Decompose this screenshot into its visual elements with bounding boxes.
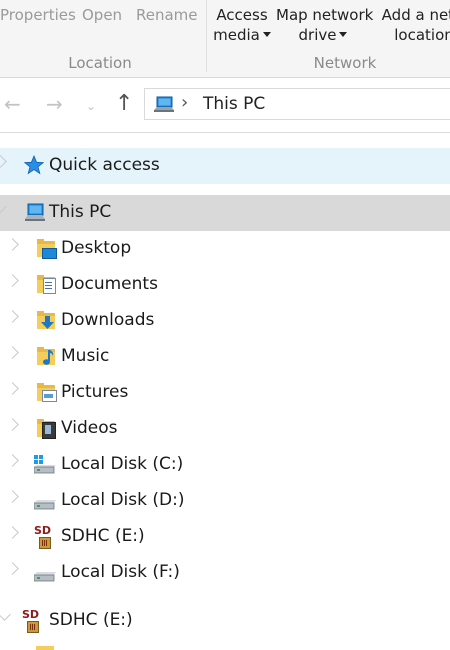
- tree-item-label: Local Disk (F:): [61, 562, 180, 582]
- tree-item-label: Desktop: [61, 238, 132, 258]
- chevron-right-icon[interactable]: [6, 238, 19, 251]
- group-separator: [206, 0, 207, 72]
- downloads-folder-icon: [36, 311, 56, 331]
- ribbon: Properties Open Rename Location Access m…: [0, 0, 450, 78]
- pictures-folder-icon: [36, 383, 57, 403]
- access-media-label-1: Access: [216, 6, 268, 24]
- tree-item-documents[interactable]: Documents: [0, 267, 450, 303]
- sd-card-icon-text: SD: [22, 608, 40, 621]
- tree-item-label: Music: [61, 346, 110, 366]
- tree-item-label: Pictures: [61, 382, 129, 402]
- sd-card-icon: SD: [22, 608, 42, 633]
- add-network-location-button[interactable]: Add a netw location: [374, 5, 450, 45]
- drive-icon: [34, 572, 56, 582]
- sd-card-icon: SD: [34, 524, 54, 549]
- open-button[interactable]: Open: [82, 6, 122, 24]
- chevron-down-icon[interactable]: [0, 200, 7, 213]
- map-network-drive-button[interactable]: Map network drive: [276, 5, 374, 45]
- add-network-location-label-2: location: [394, 26, 450, 44]
- dropdown-caret-icon: [262, 32, 271, 37]
- chevron-right-icon[interactable]: [0, 155, 7, 168]
- chevron-right-icon[interactable]: [6, 490, 19, 503]
- tree-item-downloads[interactable]: Downloads: [0, 303, 450, 339]
- location-group-label: Location: [68, 54, 132, 72]
- tree-item-label: Downloads: [61, 310, 155, 330]
- tree-item-local-disk-c[interactable]: Local Disk (C:): [0, 447, 450, 483]
- breadcrumb-chevron-icon[interactable]: ›: [181, 92, 188, 113]
- network-group-label: Network: [313, 54, 377, 72]
- navigation-bar: ← → ⌄ ↑ › This PC: [0, 78, 450, 133]
- access-media-button[interactable]: Access media: [212, 5, 272, 45]
- videos-folder-icon: [36, 419, 56, 439]
- tree-item-local-disk-f[interactable]: Local Disk (F:): [0, 555, 450, 591]
- tree-item-local-disk-d[interactable]: Local Disk (D:): [0, 483, 450, 519]
- star-icon: [24, 155, 44, 175]
- music-folder-icon: [36, 347, 56, 367]
- tree-item-label: SDHC (E:): [49, 610, 133, 630]
- map-network-drive-label-1: Map network: [276, 6, 374, 24]
- tree-item-sdhc-e[interactable]: SD SDHC (E:): [0, 519, 450, 555]
- chevron-down-icon[interactable]: [0, 608, 11, 621]
- chevron-right-icon[interactable]: [6, 346, 19, 359]
- up-arrow-icon[interactable]: ↑: [115, 92, 133, 116]
- tree-item-label: Local Disk (D:): [61, 490, 185, 510]
- recent-locations-chevron-icon[interactable]: ⌄: [86, 94, 96, 118]
- tree-item-pictures[interactable]: Pictures: [0, 375, 450, 411]
- tree-item-quick-access[interactable]: Quick access: [0, 148, 450, 184]
- dropdown-caret-icon: [339, 32, 348, 37]
- chevron-right-icon[interactable]: [6, 274, 19, 287]
- tree-item-label: Documents: [61, 274, 158, 294]
- desktop-folder-icon: [36, 239, 57, 259]
- tree-item-desktop[interactable]: Desktop: [0, 231, 450, 267]
- sd-card-icon-text: SD: [34, 524, 52, 537]
- tree-item-sdhc-e-root[interactable]: SD SDHC (E:): [0, 603, 450, 639]
- breadcrumb-this-pc[interactable]: This PC: [203, 94, 265, 114]
- tree-item-label: Local Disk (C:): [61, 454, 184, 474]
- map-network-drive-label-2: drive: [298, 26, 337, 44]
- access-media-label-2: media: [213, 26, 260, 44]
- rename-button[interactable]: Rename: [136, 6, 198, 24]
- forward-arrow-icon[interactable]: →: [46, 92, 63, 116]
- chevron-right-icon[interactable]: [6, 310, 19, 323]
- chevron-right-icon[interactable]: [6, 382, 19, 395]
- address-bar[interactable]: › This PC: [144, 88, 450, 120]
- tree-item-label: This PC: [49, 202, 112, 222]
- tree-item-music[interactable]: Music: [0, 339, 450, 375]
- tree-item-videos[interactable]: Videos: [0, 411, 450, 447]
- system-drive-icon: [34, 455, 56, 474]
- properties-button[interactable]: Properties: [0, 6, 76, 24]
- add-network-location-label-1: Add a netw: [381, 6, 450, 24]
- chevron-right-icon[interactable]: [6, 562, 19, 575]
- drive-icon: [34, 500, 56, 510]
- tree-item-label: Quick access: [49, 155, 160, 175]
- chevron-right-icon[interactable]: [6, 454, 19, 467]
- this-pc-icon: [154, 96, 174, 112]
- this-pc-icon: [25, 203, 45, 221]
- folder-icon: [36, 646, 54, 650]
- back-arrow-icon[interactable]: ←: [4, 92, 21, 116]
- chevron-right-icon[interactable]: [6, 418, 19, 431]
- tree-item-this-pc[interactable]: This PC: [0, 195, 450, 231]
- tree-item-label: SDHC (E:): [61, 526, 145, 546]
- chevron-right-icon[interactable]: [6, 526, 19, 539]
- documents-folder-icon: [36, 275, 56, 295]
- tree-item-label: Videos: [61, 418, 118, 438]
